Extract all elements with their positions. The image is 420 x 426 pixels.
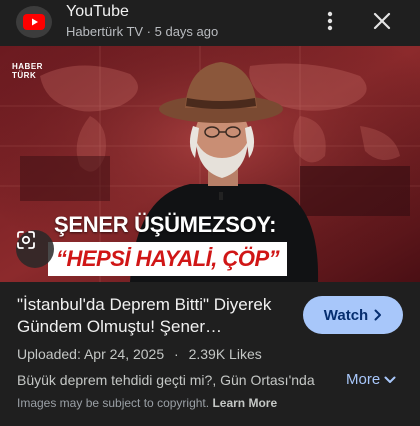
thumbnail-caption-quote: “HEPSİ HAYALİ, ÇÖP” xyxy=(48,242,288,276)
more-button[interactable]: More xyxy=(346,371,396,388)
result-header: YouTube Habertürk TV · 5 days ago xyxy=(0,0,420,46)
chevron-right-icon xyxy=(374,309,382,321)
watch-button-label: Watch xyxy=(323,306,369,324)
channel-and-age: Habertürk TV · 5 days ago xyxy=(66,24,219,39)
channel-logo-line2: TÜRK xyxy=(12,71,37,80)
app-name: YouTube xyxy=(66,3,129,20)
copyright-text: Images may be subject to copyright. xyxy=(17,396,210,410)
more-button-label: More xyxy=(346,371,381,388)
learn-more-link[interactable]: Learn More xyxy=(212,396,277,410)
video-thumbnail[interactable]: HABER TÜRK ŞENER ÜŞÜMEZSOY: “HEPSİ HAYAL… xyxy=(0,46,420,282)
more-options-button[interactable] xyxy=(320,8,340,34)
video-description: Büyük deprem tehdidi geçti mi?, Gün Orta… xyxy=(17,372,315,388)
video-meta: Uploaded: Apr 24, 2025 · 2.39K Likes xyxy=(17,346,262,362)
channel-logo: HABER TÜRK xyxy=(12,62,43,80)
close-button[interactable] xyxy=(368,7,396,35)
youtube-logo-icon xyxy=(16,6,52,38)
watch-button[interactable]: Watch xyxy=(303,296,403,334)
lens-search-button[interactable] xyxy=(16,230,54,268)
copyright-notice: Images may be subject to copyright. Lear… xyxy=(17,396,277,410)
close-icon xyxy=(373,12,391,30)
channel-logo-line1: HABER xyxy=(12,62,43,71)
like-count: 2.39K Likes xyxy=(188,346,262,362)
upload-date: Uploaded: Apr 24, 2025 xyxy=(17,346,165,362)
more-vert-icon xyxy=(327,11,333,31)
video-title[interactable]: "İstanbul'da Deprem Bitti" Diyerek Günde… xyxy=(17,294,287,338)
chevron-down-icon xyxy=(384,376,396,383)
thumbnail-caption-name: ŞENER ÜŞÜMEZSOY: xyxy=(54,212,277,237)
lens-icon xyxy=(17,231,35,249)
meta-separator: · xyxy=(174,346,179,362)
